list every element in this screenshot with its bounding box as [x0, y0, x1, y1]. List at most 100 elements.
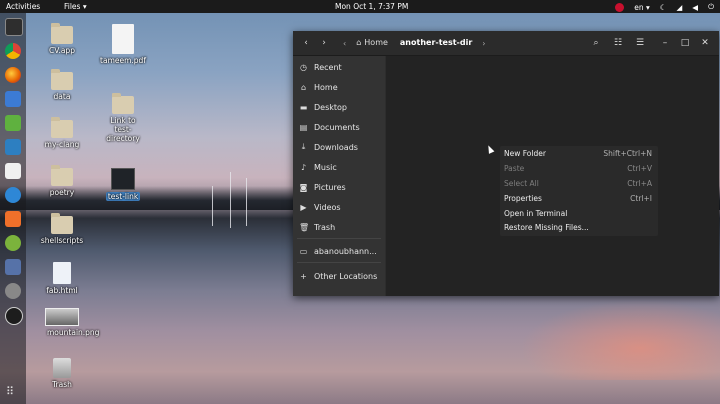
desktop-item-label: my-clang — [44, 140, 80, 149]
context-menu: New Folder Shift+Ctrl+N Paste Ctrl+V Sel… — [500, 146, 658, 236]
sidebar-item-recent[interactable]: ◷ Recent — [299, 60, 342, 74]
search-icon[interactable]: ⌕ — [589, 36, 603, 50]
menu-item-shortcut — [652, 221, 654, 234]
path-crumb-label: Home — [364, 38, 388, 47]
sidebar-item-music[interactable]: ♪ Music — [299, 160, 337, 174]
sidebar-item-pictures[interactable]: ◙ Pictures — [299, 180, 346, 194]
menu-item-select-all[interactable]: Select All Ctrl+A — [504, 177, 654, 190]
sidebar-item-label: Desktop — [314, 102, 347, 112]
pdf-file-icon — [112, 24, 134, 54]
android-studio-icon[interactable] — [5, 235, 21, 251]
desktop-item[interactable]: mountain.png — [34, 308, 100, 337]
sidebar-item-downloads[interactable]: ⤓ Downloads — [299, 140, 358, 154]
close-button[interactable]: ✕ — [699, 36, 711, 50]
path-scroll-left-button[interactable]: ‹ — [339, 39, 350, 48]
chevron-down-icon: ▾ — [646, 2, 650, 12]
maximize-button[interactable]: □ — [679, 36, 691, 50]
sidebar-item-desktop[interactable]: ▬ Desktop — [299, 100, 347, 114]
discord-icon[interactable] — [5, 187, 21, 203]
language-indicator[interactable]: en ▾ — [634, 3, 650, 12]
desktop-item-label: Link to test-directory — [106, 116, 140, 143]
view-toggle-icon[interactable]: ☷ — [611, 36, 625, 50]
desktop-item-label: fab.html — [46, 286, 78, 295]
menu-item-shortcut: Ctrl+I — [630, 194, 652, 203]
github-icon[interactable] — [5, 283, 21, 299]
debian-logo-icon[interactable] — [615, 2, 625, 12]
back-button[interactable]: ‹ — [299, 36, 313, 50]
desktop-item[interactable]: shellscripts — [34, 213, 90, 245]
virtualbox-icon[interactable] — [5, 139, 21, 155]
dock: ⠿ — [0, 13, 26, 404]
document-icon: ▤ — [299, 122, 308, 132]
path-crumb-current[interactable]: another-test-dir — [394, 35, 478, 51]
libreoffice-icon[interactable] — [5, 115, 21, 131]
forward-button[interactable]: › — [317, 36, 331, 50]
folder-icon — [51, 165, 73, 186]
image-file-icon — [45, 308, 79, 326]
sidebar-item-documents[interactable]: ▤ Documents — [299, 120, 360, 134]
download-icon: ⤓ — [301, 142, 306, 151]
folder-icon — [51, 69, 73, 90]
wifi-icon[interactable]: ◢ — [677, 3, 683, 12]
desktop-item[interactable]: fab.html — [34, 262, 90, 295]
terminal-icon[interactable] — [5, 18, 23, 36]
desktop-item-label: CV.app — [49, 46, 75, 55]
folder-icon — [51, 117, 73, 138]
menu-item-properties[interactable]: Properties Ctrl+I — [504, 192, 654, 205]
menu-item-label: Restore Missing Files... — [504, 223, 589, 232]
desktop-item-label: data — [53, 92, 71, 101]
desktop-item[interactable]: tameem.pdf — [95, 24, 151, 65]
plus-icon: + — [300, 271, 307, 281]
minimize-button[interactable]: – — [659, 36, 671, 50]
desktop-item[interactable]: data — [34, 69, 90, 101]
wallpaper-mast — [246, 178, 247, 226]
obs-icon[interactable] — [5, 307, 23, 325]
html-file-icon — [53, 262, 71, 284]
night-mode-icon[interactable]: ☾ — [660, 3, 667, 12]
wallpaper-sunglow — [520, 300, 720, 380]
desktop-item-label: test-link — [105, 192, 141, 201]
power-icon[interactable]: ⏻ — [708, 2, 714, 12]
desktop-item[interactable]: Link to test-directory — [95, 93, 151, 143]
sidebar-item-label: Downloads — [314, 142, 358, 152]
menu-item-new-folder[interactable]: New Folder Shift+Ctrl+N — [504, 147, 654, 160]
clock[interactable]: Mon Oct 1, 7:37 PM — [335, 2, 408, 11]
volume-icon[interactable]: ◀ — [692, 3, 698, 12]
activities-button[interactable]: Activities — [6, 2, 40, 11]
menu-item-label: New Folder — [504, 149, 546, 158]
chrome-icon[interactable] — [5, 43, 21, 59]
sidebar-divider — [297, 262, 381, 263]
camera-icon: ◙ — [299, 182, 308, 192]
desktop-item-selected[interactable]: test-link — [95, 168, 151, 201]
office-icon[interactable] — [5, 211, 21, 227]
folder-link-icon — [112, 93, 134, 114]
path-scroll-right-button[interactable]: › — [478, 39, 489, 48]
app-menu-button[interactable]: Files ▾ — [64, 2, 87, 11]
gedit-icon[interactable] — [5, 163, 21, 179]
tweaks-icon[interactable] — [5, 259, 21, 275]
sidebar-item-other-locations[interactable]: + Other Locations — [299, 269, 377, 283]
sidebar-item-label: Home — [314, 82, 338, 92]
desktop-item[interactable]: CV.app — [34, 23, 90, 55]
menu-item-paste[interactable]: Paste Ctrl+V — [504, 162, 654, 175]
firefox-icon[interactable] — [5, 67, 21, 83]
sidebar-item-drive[interactable]: ▭ abanoubhann... — [299, 244, 377, 258]
sidebar-item-videos[interactable]: ▶ Videos — [299, 200, 340, 214]
menu-item-open-in-terminal[interactable]: Open in Terminal — [504, 207, 654, 220]
writer-icon[interactable] — [5, 91, 21, 107]
path-crumb-home[interactable]: ⌂ Home — [350, 35, 394, 51]
desktop-item[interactable]: my-clang — [34, 117, 90, 149]
menu-item-label: Open in Terminal — [504, 209, 568, 218]
home-icon: ⌂ — [356, 38, 362, 47]
menu-item-restore-missing-files[interactable]: Restore Missing Files... — [504, 221, 654, 234]
sidebar-item-home[interactable]: ⌂ Home — [299, 80, 338, 94]
show-apps-icon[interactable]: ⠿ — [6, 385, 14, 398]
desktop-item[interactable]: poetry — [34, 165, 90, 197]
desktop-item[interactable]: Trash — [34, 358, 90, 389]
menu-item-shortcut — [652, 207, 654, 220]
menu-item-label: Properties — [504, 194, 542, 203]
folder-icon — [51, 23, 73, 44]
desktop-item-label: mountain.png — [47, 328, 100, 337]
menu-icon[interactable]: ☰ — [633, 36, 647, 50]
sidebar-item-trash[interactable]: 🗑 Trash — [299, 220, 335, 234]
